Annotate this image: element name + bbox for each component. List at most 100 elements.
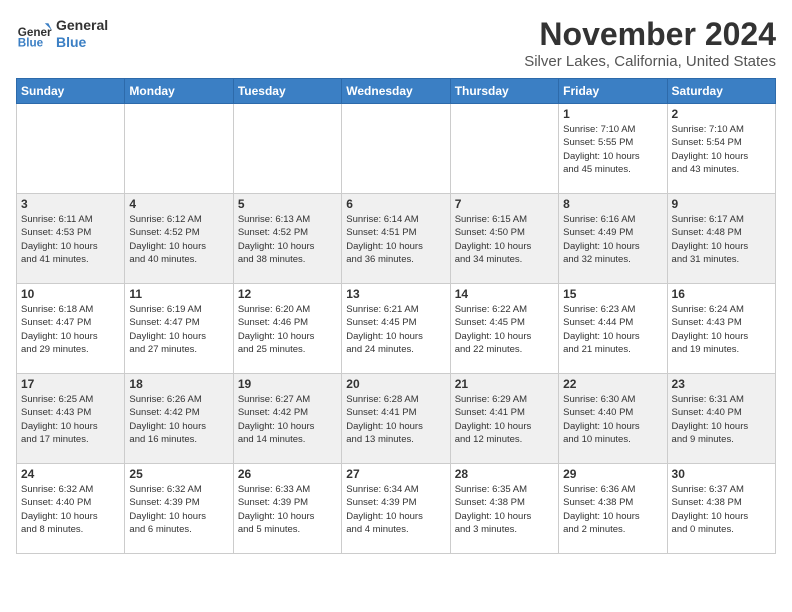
- svg-text:Blue: Blue: [18, 37, 44, 50]
- day-number: 8: [563, 197, 662, 211]
- location: Silver Lakes, California, United States: [524, 53, 776, 70]
- day-number: 24: [21, 467, 120, 481]
- day-number: 5: [238, 197, 337, 211]
- day-info: Sunrise: 6:37 AM Sunset: 4:38 PM Dayligh…: [672, 483, 771, 536]
- month-title: November 2024: [524, 16, 776, 53]
- calendar-cell: 18 Sunrise: 6:26 AM Sunset: 4:42 PM Dayli…: [125, 374, 233, 464]
- day-number: 25: [129, 467, 228, 481]
- day-number: 11: [129, 287, 228, 301]
- day-number: 26: [238, 467, 337, 481]
- calendar-cell: 8 Sunrise: 6:16 AM Sunset: 4:49 PM Daylig…: [559, 194, 667, 284]
- day-info: Sunrise: 6:19 AM Sunset: 4:47 PM Dayligh…: [129, 303, 228, 356]
- calendar-header: SundayMondayTuesdayWednesdayThursdayFrid…: [17, 79, 776, 104]
- day-info: Sunrise: 6:26 AM Sunset: 4:42 PM Dayligh…: [129, 393, 228, 446]
- calendar-cell: 2 Sunrise: 7:10 AM Sunset: 5:54 PM Daylig…: [667, 104, 775, 194]
- day-number: 4: [129, 197, 228, 211]
- calendar-cell: 28 Sunrise: 6:35 AM Sunset: 4:38 PM Dayli…: [450, 464, 558, 554]
- calendar-cell: 21 Sunrise: 6:29 AM Sunset: 4:41 PM Dayli…: [450, 374, 558, 464]
- day-info: Sunrise: 6:35 AM Sunset: 4:38 PM Dayligh…: [455, 483, 554, 536]
- day-info: Sunrise: 6:14 AM Sunset: 4:51 PM Dayligh…: [346, 213, 445, 266]
- day-number: 28: [455, 467, 554, 481]
- day-info: Sunrise: 6:36 AM Sunset: 4:38 PM Dayligh…: [563, 483, 662, 536]
- title-area: November 2024 Silver Lakes, California, …: [524, 16, 776, 70]
- day-number: 20: [346, 377, 445, 391]
- logo-icon: General Blue: [16, 16, 52, 52]
- day-info: Sunrise: 6:28 AM Sunset: 4:41 PM Dayligh…: [346, 393, 445, 446]
- header-friday: Friday: [559, 79, 667, 104]
- page-header: General Blue General Blue November 2024 …: [16, 16, 776, 70]
- calendar-cell: 12 Sunrise: 6:20 AM Sunset: 4:46 PM Dayli…: [233, 284, 341, 374]
- day-number: 3: [21, 197, 120, 211]
- week-row-2: 10 Sunrise: 6:18 AM Sunset: 4:47 PM Dayli…: [17, 284, 776, 374]
- day-info: Sunrise: 6:23 AM Sunset: 4:44 PM Dayligh…: [563, 303, 662, 356]
- calendar-cell: [342, 104, 450, 194]
- week-row-3: 17 Sunrise: 6:25 AM Sunset: 4:43 PM Dayli…: [17, 374, 776, 464]
- day-info: Sunrise: 6:25 AM Sunset: 4:43 PM Dayligh…: [21, 393, 120, 446]
- logo-text: General Blue: [56, 17, 108, 51]
- day-number: 13: [346, 287, 445, 301]
- calendar-cell: 26 Sunrise: 6:33 AM Sunset: 4:39 PM Dayli…: [233, 464, 341, 554]
- day-number: 1: [563, 107, 662, 121]
- calendar-cell: 7 Sunrise: 6:15 AM Sunset: 4:50 PM Daylig…: [450, 194, 558, 284]
- day-info: Sunrise: 6:22 AM Sunset: 4:45 PM Dayligh…: [455, 303, 554, 356]
- header-row: SundayMondayTuesdayWednesdayThursdayFrid…: [17, 79, 776, 104]
- day-info: Sunrise: 7:10 AM Sunset: 5:54 PM Dayligh…: [672, 123, 771, 176]
- logo: General Blue General Blue: [16, 16, 108, 52]
- day-number: 14: [455, 287, 554, 301]
- header-saturday: Saturday: [667, 79, 775, 104]
- day-info: Sunrise: 6:16 AM Sunset: 4:49 PM Dayligh…: [563, 213, 662, 266]
- calendar-cell: 14 Sunrise: 6:22 AM Sunset: 4:45 PM Dayli…: [450, 284, 558, 374]
- calendar-cell: 16Sunrise: 6:24 AM Sunset: 4:43 PM Dayli…: [667, 284, 775, 374]
- day-info: Sunrise: 7:10 AM Sunset: 5:55 PM Dayligh…: [563, 123, 662, 176]
- calendar-cell: 24 Sunrise: 6:32 AM Sunset: 4:40 PM Dayli…: [17, 464, 125, 554]
- calendar-cell: 30Sunrise: 6:37 AM Sunset: 4:38 PM Dayli…: [667, 464, 775, 554]
- day-number: 19: [238, 377, 337, 391]
- day-number: 6: [346, 197, 445, 211]
- day-number: 22: [563, 377, 662, 391]
- calendar-cell: 1 Sunrise: 7:10 AM Sunset: 5:55 PM Daylig…: [559, 104, 667, 194]
- day-number: 18: [129, 377, 228, 391]
- day-info: Sunrise: 6:29 AM Sunset: 4:41 PM Dayligh…: [455, 393, 554, 446]
- day-number: 2: [672, 107, 771, 121]
- week-row-4: 24 Sunrise: 6:32 AM Sunset: 4:40 PM Dayli…: [17, 464, 776, 554]
- day-number: 21: [455, 377, 554, 391]
- week-row-0: 1 Sunrise: 7:10 AM Sunset: 5:55 PM Daylig…: [17, 104, 776, 194]
- calendar-cell: [17, 104, 125, 194]
- calendar-cell: 9 Sunrise: 6:17 AM Sunset: 4:48 PM Daylig…: [667, 194, 775, 284]
- calendar-cell: 3Sunrise: 6:11 AM Sunset: 4:53 PM Daylig…: [17, 194, 125, 284]
- calendar-cell: [233, 104, 341, 194]
- day-info: Sunrise: 6:34 AM Sunset: 4:39 PM Dayligh…: [346, 483, 445, 536]
- day-info: Sunrise: 6:33 AM Sunset: 4:39 PM Dayligh…: [238, 483, 337, 536]
- day-number: 7: [455, 197, 554, 211]
- calendar-cell: 6 Sunrise: 6:14 AM Sunset: 4:51 PM Daylig…: [342, 194, 450, 284]
- day-info: Sunrise: 6:18 AM Sunset: 4:47 PM Dayligh…: [21, 303, 120, 356]
- day-number: 23: [672, 377, 771, 391]
- calendar-cell: 20 Sunrise: 6:28 AM Sunset: 4:41 PM Dayli…: [342, 374, 450, 464]
- calendar-cell: 10 Sunrise: 6:18 AM Sunset: 4:47 PM Dayli…: [17, 284, 125, 374]
- day-number: 9: [672, 197, 771, 211]
- calendar-cell: 15Sunrise: 6:23 AM Sunset: 4:44 PM Dayli…: [559, 284, 667, 374]
- header-thursday: Thursday: [450, 79, 558, 104]
- calendar-cell: 17 Sunrise: 6:25 AM Sunset: 4:43 PM Dayli…: [17, 374, 125, 464]
- calendar-cell: [125, 104, 233, 194]
- day-info: Sunrise: 6:31 AM Sunset: 4:40 PM Dayligh…: [672, 393, 771, 446]
- day-info: Sunrise: 6:27 AM Sunset: 4:42 PM Dayligh…: [238, 393, 337, 446]
- day-info: Sunrise: 6:20 AM Sunset: 4:46 PM Dayligh…: [238, 303, 337, 356]
- calendar-cell: 4Sunrise: 6:12 AM Sunset: 4:52 PM Daylig…: [125, 194, 233, 284]
- header-wednesday: Wednesday: [342, 79, 450, 104]
- day-number: 17: [21, 377, 120, 391]
- day-info: Sunrise: 6:15 AM Sunset: 4:50 PM Dayligh…: [455, 213, 554, 266]
- calendar-table: SundayMondayTuesdayWednesdayThursdayFrid…: [16, 78, 776, 554]
- calendar-cell: 27 Sunrise: 6:34 AM Sunset: 4:39 PM Dayli…: [342, 464, 450, 554]
- day-info: Sunrise: 6:32 AM Sunset: 4:40 PM Dayligh…: [21, 483, 120, 536]
- day-info: Sunrise: 6:30 AM Sunset: 4:40 PM Dayligh…: [563, 393, 662, 446]
- calendar-cell: 19 Sunrise: 6:27 AM Sunset: 4:42 PM Dayli…: [233, 374, 341, 464]
- calendar-cell: 22 Sunrise: 6:30 AM Sunset: 4:40 PM Dayli…: [559, 374, 667, 464]
- day-info: Sunrise: 6:17 AM Sunset: 4:48 PM Dayligh…: [672, 213, 771, 266]
- day-number: 10: [21, 287, 120, 301]
- header-sunday: Sunday: [17, 79, 125, 104]
- day-number: 12: [238, 287, 337, 301]
- week-row-1: 3Sunrise: 6:11 AM Sunset: 4:53 PM Daylig…: [17, 194, 776, 284]
- day-number: 27: [346, 467, 445, 481]
- calendar-cell: 13Sunrise: 6:21 AM Sunset: 4:45 PM Dayli…: [342, 284, 450, 374]
